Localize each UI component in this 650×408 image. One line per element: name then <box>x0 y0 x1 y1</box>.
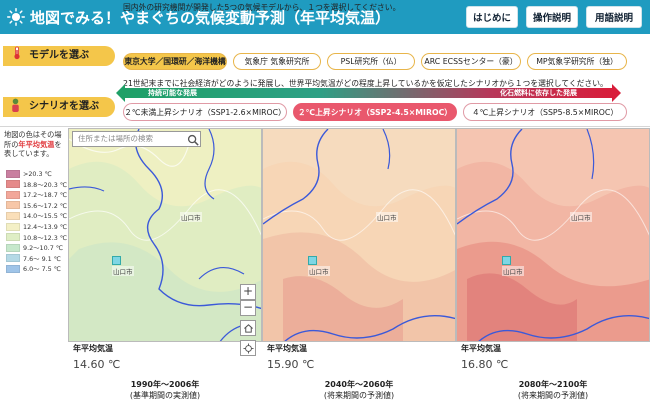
period-note: (将来期間の予測値) <box>323 391 395 400</box>
period-note: (将来期間の予測値) <box>517 391 589 400</box>
model-option-mpi[interactable]: MP気象学研究所（独） <box>527 53 627 70</box>
legend-swatch <box>6 180 20 189</box>
model-option-arc[interactable]: ARC ECSSセンター（豪） <box>421 53 521 70</box>
legend-label: >20.3 ℃ <box>23 169 52 178</box>
period-end-century: 2080年〜2100年 (将来期間の予測値) <box>456 379 650 401</box>
city-label-mid: 山口市 <box>308 266 330 276</box>
info-value: 14.60 ℃ <box>73 358 121 371</box>
period-range: 2080年〜2100年 <box>518 380 588 389</box>
legend-item: 14.0〜15.5 ℃ <box>6 211 67 220</box>
legend-description-highlight: 年平均気温 <box>18 139 55 149</box>
zoom-in-button[interactable]: + <box>240 284 256 300</box>
gradient-label-left: 持続可能な発展 <box>148 89 197 97</box>
home-icon[interactable] <box>240 320 256 336</box>
city-label-mid-2: 山口市 <box>376 212 398 222</box>
period-baseline: 1990年〜2006年 (基準期間の実測値) <box>68 379 262 401</box>
legend-item: 7.6〜 9.1 ℃ <box>6 254 61 263</box>
scenario-option-ssp585[interactable]: ４℃上昇シナリオ（SSP5-8.5×MIROC） <box>463 103 627 121</box>
legend-label: 9.2〜10.7 ℃ <box>23 244 63 253</box>
legend-item: 10.8〜12.3 ℃ <box>6 233 67 242</box>
period-mid-century: 2040年〜2060年 (将来期間の予測値) <box>262 379 456 401</box>
info-end-century: 年平均気温 16.80 ℃ <box>461 343 508 373</box>
locate-icon[interactable] <box>240 340 256 356</box>
legend-swatch <box>6 190 20 199</box>
legend-swatch <box>6 201 20 210</box>
sun-icon <box>7 8 25 26</box>
legend-label: 10.8〜12.3 ℃ <box>23 233 68 242</box>
glossary-button[interactable]: 用語説明 <box>586 6 642 28</box>
info-value: 16.80 ℃ <box>461 358 509 371</box>
model-option-psl[interactable]: PSL研究所（仏） <box>327 53 415 70</box>
info-value: 15.90 ℃ <box>267 358 315 371</box>
info-label: 年平均気温 <box>267 344 307 353</box>
gradient-label-right: 化石燃料に依存した発展 <box>500 89 577 97</box>
legend-label: 15.6〜17.2 ℃ <box>23 201 68 210</box>
legend-label: 12.4〜13.9 ℃ <box>23 223 68 231</box>
period-range: 1990年〜2006年 <box>130 380 200 389</box>
legend-swatch <box>6 222 20 231</box>
zoom-out-button[interactable]: − <box>240 300 256 316</box>
legend-item: 9.2〜10.7 ℃ <box>6 243 63 252</box>
person-icon <box>12 98 19 113</box>
period-note: (基準期間の実測値) <box>129 391 201 400</box>
gradient-arrow-right <box>612 84 621 102</box>
divider <box>0 126 650 127</box>
legend-swatch <box>6 233 20 242</box>
legend-swatch <box>6 243 20 252</box>
info-label: 年平均気温 <box>461 344 501 353</box>
legend-swatch <box>6 264 20 273</box>
legend-label: 6.0〜 7.5 ℃ <box>23 265 61 274</box>
info-mid-century: 年平均気温 15.90 ℃ <box>267 343 314 373</box>
howto-button[interactable]: 操作説明 <box>526 6 578 28</box>
legend-item: 18.8〜20.3 ℃ <box>6 180 67 189</box>
city-marker-end <box>502 256 511 265</box>
city-label-end: 山口市 <box>502 266 524 276</box>
legend-swatch <box>6 211 20 220</box>
period-range: 2040年〜2060年 <box>324 380 394 389</box>
legend-item: 6.0〜 7.5 ℃ <box>6 264 61 273</box>
legend-item: >20.3 ℃ <box>6 169 52 178</box>
info-label: 年平均気温 <box>73 344 113 353</box>
legend-label: 17.2〜18.7 ℃ <box>23 191 68 200</box>
city-marker-baseline <box>112 256 121 265</box>
legend-swatch <box>6 254 20 263</box>
map-panel-mid-century[interactable] <box>262 128 456 342</box>
scenario-option-ssp245[interactable]: ２℃上昇シナリオ（SSP2-4.5×MIROC） <box>293 103 457 121</box>
map-search-input[interactable]: 住所または場所の検索 <box>72 131 190 147</box>
city-label-end-2: 山口市 <box>570 212 592 222</box>
city-label-baseline-2: 山口市 <box>180 212 202 222</box>
city-label-baseline: 山口市 <box>112 266 134 276</box>
info-baseline: 年平均気温 14.60 ℃ <box>73 343 120 373</box>
legend-item: 15.6〜17.2 ℃ <box>6 201 67 210</box>
map-panel-end-century[interactable] <box>456 128 650 342</box>
legend-item: 17.2〜18.7 ℃ <box>6 190 67 199</box>
search-icon[interactable] <box>186 131 201 147</box>
map-mid-svg <box>263 129 455 341</box>
legend-label: 7.6〜 9.1 ℃ <box>23 254 61 263</box>
legend-label: 14.0〜15.5 ℃ <box>23 212 68 221</box>
legend-label: 18.8〜20.3 ℃ <box>23 180 68 189</box>
model-instruction: 国内外の研究機関が開発した5つの気候モデルから、１つを選択してください。 <box>123 3 401 12</box>
map-baseline-svg <box>69 129 261 341</box>
map-panel-baseline[interactable] <box>68 128 262 342</box>
legend-swatch <box>6 169 20 178</box>
intro-button[interactable]: はじめに <box>466 6 518 28</box>
map-end-svg <box>457 129 649 341</box>
city-marker-mid <box>308 256 317 265</box>
scenario-option-ssp126[interactable]: ２℃未満上昇シナリオ（SSP1-2.6×MIROC） <box>123 103 287 121</box>
thermometer-icon <box>14 46 20 60</box>
model-option-tokyo[interactable]: 東京大学／国環研／海洋機構 <box>123 53 227 70</box>
legend-item: 12.4〜13.9 ℃ <box>6 222 67 231</box>
model-option-jma[interactable]: 気象庁 気象研究所 <box>233 53 321 70</box>
legend-description: 地図の色はその場所の年平均気温を表しています。 <box>4 130 64 159</box>
